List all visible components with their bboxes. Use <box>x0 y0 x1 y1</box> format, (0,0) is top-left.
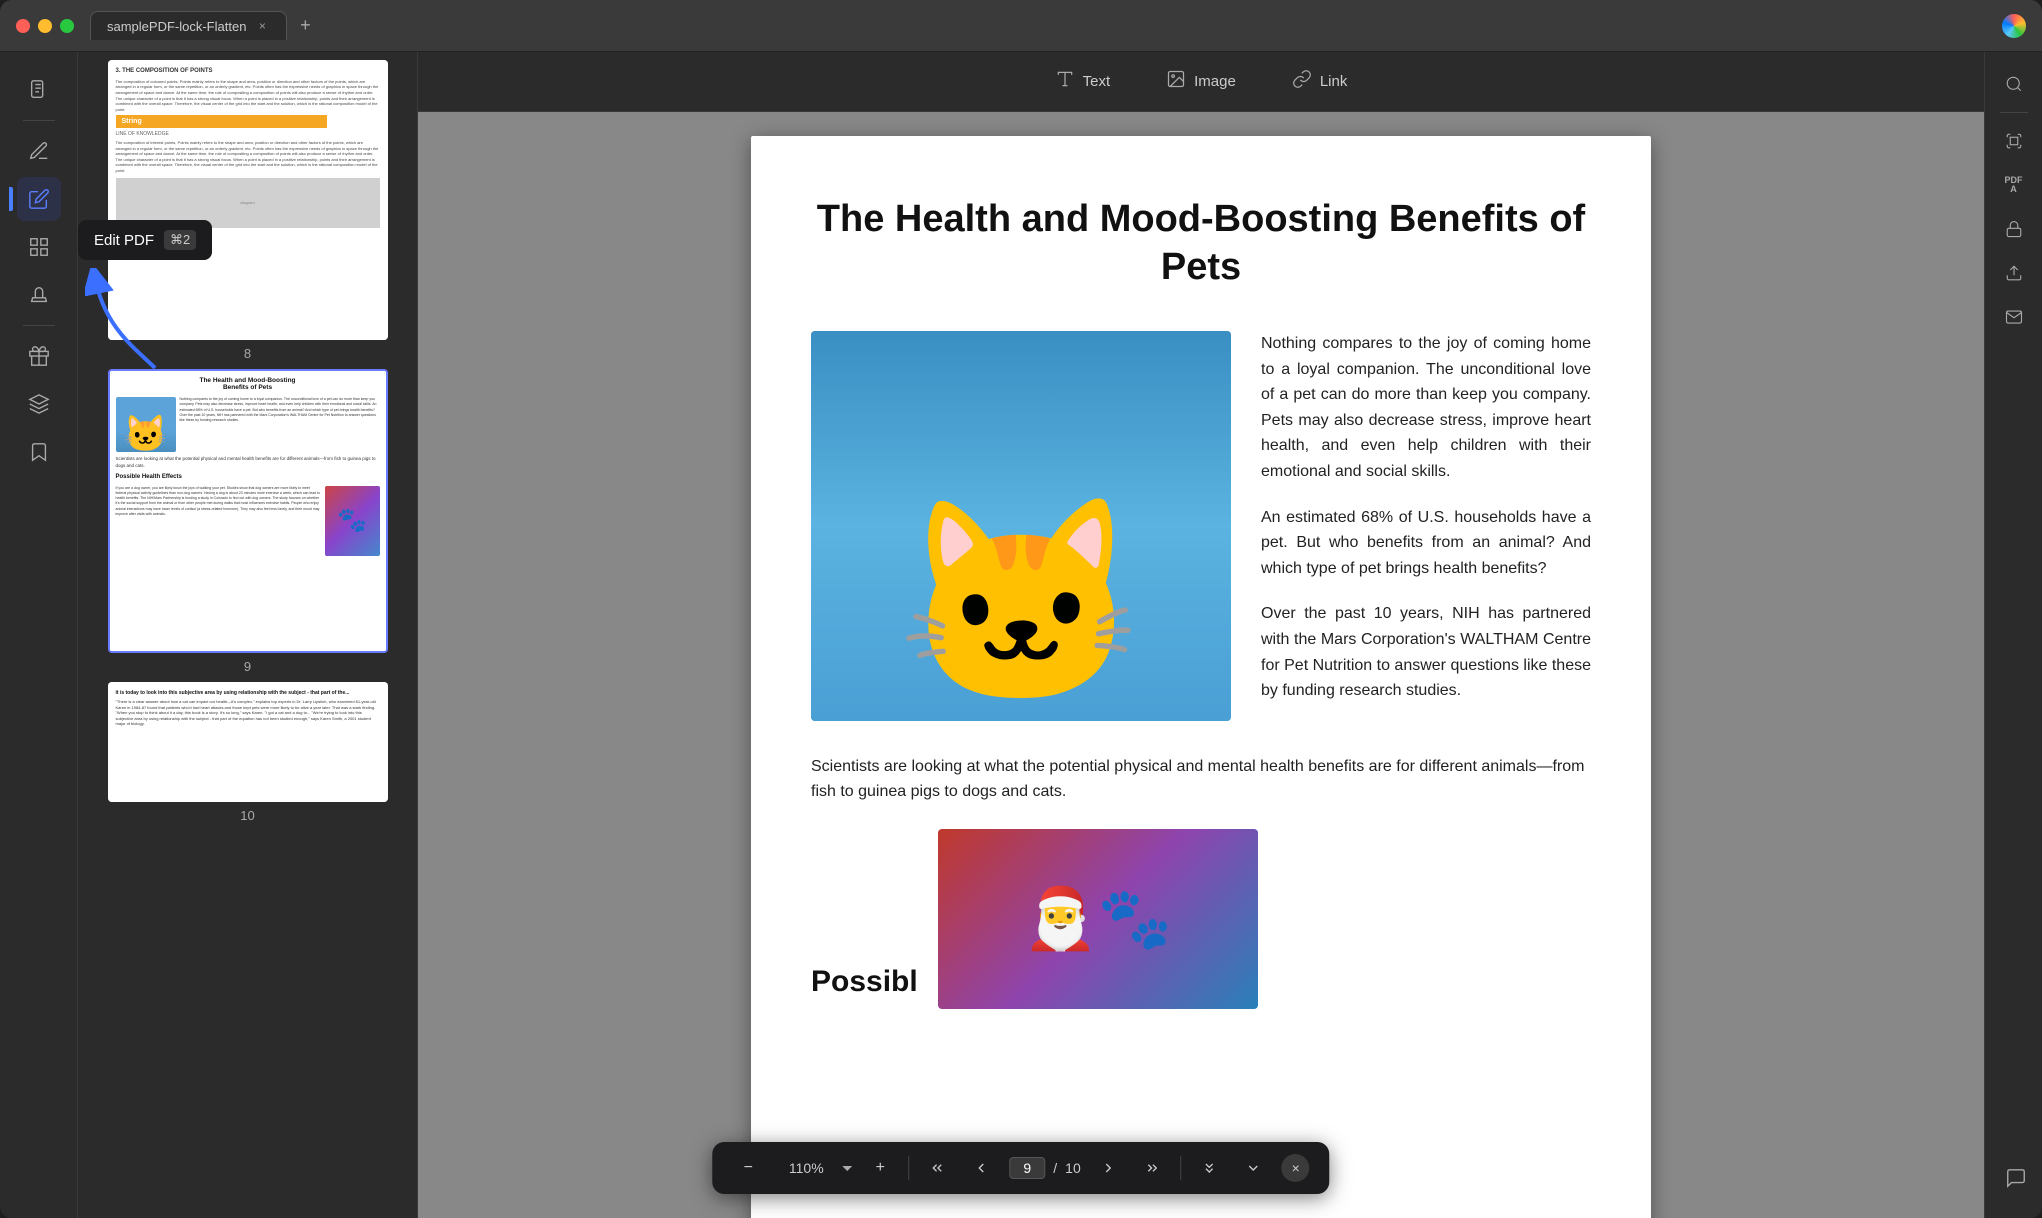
right-divider-1 <box>2000 112 2028 113</box>
prev-page-button[interactable] <box>965 1152 997 1184</box>
zoom-display: 110% <box>776 1160 852 1176</box>
organize-button[interactable] <box>17 225 61 269</box>
text-tool-label: Text <box>1083 73 1111 90</box>
next-page-button[interactable] <box>1093 1152 1125 1184</box>
chat-button[interactable] <box>1996 1158 2036 1198</box>
pdf-second-image: 🎅🐾 <box>938 829 1258 1009</box>
pdf-a-button[interactable]: PDFA <box>1994 165 2034 205</box>
main-content: Text Image <box>418 52 1984 1218</box>
last-page-button[interactable] <box>1137 1152 1169 1184</box>
pdf-body-text: Nothing compares to the joy of coming ho… <box>1261 331 1591 724</box>
first-page-button[interactable] <box>921 1152 953 1184</box>
traffic-lights <box>16 19 74 33</box>
main-layout: 3. THE COMPOSITION OF POINTS The composi… <box>0 52 2042 1218</box>
titlebar: samplePDF-lock-Flatten × + <box>0 0 2042 52</box>
nav-down-button[interactable] <box>1238 1152 1270 1184</box>
edit-pdf-tooltip: Edit PDF ⌘2 <box>78 220 212 260</box>
scan-button[interactable] <box>1994 121 2034 161</box>
right-sidebar: PDFA <box>1984 52 2042 1218</box>
pdf-view-area[interactable]: The Health and Mood-Boosting Benefits of… <box>418 112 1984 1218</box>
cat-emoji-decoration: 🐱 <box>896 486 1145 721</box>
pdf-title: The Health and Mood-Boosting Benefits of… <box>811 196 1591 291</box>
pdf-paragraph-3: Over the past 10 years, NIH has partnere… <box>1261 601 1591 703</box>
link-tool-label: Link <box>1320 73 1348 90</box>
bookmark-button[interactable] <box>17 430 61 474</box>
close-button[interactable] <box>16 19 30 33</box>
document-panel-button[interactable] <box>17 68 61 112</box>
pdf-section-heading: Possibl <box>811 965 918 999</box>
search-panel-button[interactable] <box>1994 64 2034 104</box>
page-8-number: 8 <box>244 346 251 361</box>
image-icon <box>1166 69 1186 94</box>
tooltip-shortcut: ⌘2 <box>164 230 196 250</box>
top-toolbar: Text Image <box>418 52 1984 112</box>
tab-close-button[interactable]: × <box>254 18 270 34</box>
nav-separator-1 <box>908 1156 909 1180</box>
app-icon <box>2002 14 2026 38</box>
nav-close-button[interactable]: × <box>1282 1154 1310 1182</box>
nav-separator-2 <box>1181 1156 1182 1180</box>
upload-button[interactable] <box>1994 253 2034 293</box>
active-indicator <box>9 187 13 211</box>
thumbnail-page-10[interactable]: it is today to look into this subjective… <box>86 682 409 823</box>
app-window: samplePDF-lock-Flatten × + <box>0 0 2042 1218</box>
thumbnail-page-8[interactable]: 3. THE COMPOSITION OF POINTS The composi… <box>86 60 409 361</box>
cat-image: 🐱 <box>811 331 1231 721</box>
highlighter-button[interactable] <box>17 129 61 173</box>
page-total: 10 <box>1065 1160 1081 1176</box>
thumbnail-page-9[interactable]: The Health and Mood-BoostingBenefits of … <box>86 369 409 674</box>
tooltip-label: Edit PDF <box>94 232 154 249</box>
text-icon <box>1055 69 1075 94</box>
page-display: / 10 <box>1009 1157 1080 1179</box>
layers-button[interactable] <box>17 382 61 426</box>
page-separator: / <box>1053 1160 1057 1176</box>
text-tool-button[interactable]: Text <box>1043 63 1123 100</box>
tab-bar: samplePDF-lock-Flatten × + <box>90 11 1994 40</box>
page-number-input[interactable] <box>1009 1157 1045 1179</box>
tab-title: samplePDF-lock-Flatten <box>107 19 246 34</box>
lock-button[interactable] <box>1994 209 2034 249</box>
maximize-button[interactable] <box>60 19 74 33</box>
sidebar-divider-1 <box>23 120 55 121</box>
link-icon <box>1292 69 1312 94</box>
edit-pdf-button[interactable] <box>17 177 61 221</box>
new-tab-button[interactable]: + <box>291 12 319 40</box>
sidebar-divider-2 <box>23 325 55 326</box>
pdf-paragraph-1: Nothing compares to the joy of coming ho… <box>1261 331 1591 485</box>
left-sidebar <box>0 52 78 1218</box>
active-tab[interactable]: samplePDF-lock-Flatten × <box>90 11 287 40</box>
zoom-level-text: 110% <box>776 1160 836 1176</box>
gift-button[interactable] <box>17 334 61 378</box>
page-10-number: 10 <box>240 808 254 823</box>
page-9-number: 9 <box>244 659 251 674</box>
zoom-decrease-button[interactable]: − <box>732 1152 764 1184</box>
image-tool-button[interactable]: Image <box>1154 63 1248 100</box>
stamp-button[interactable] <box>17 273 61 317</box>
link-tool-button[interactable]: Link <box>1280 63 1360 100</box>
minimize-button[interactable] <box>38 19 52 33</box>
pdf-body-section: 🐱 Nothing compares to the joy of coming … <box>811 331 1591 724</box>
bottom-nav-bar: − 110% + <box>712 1142 1329 1194</box>
mail-button[interactable] <box>1994 297 2034 337</box>
pdf-paragraph-2: An estimated 68% of U.S. households have… <box>1261 505 1591 582</box>
pdf-paragraph-4: Scientists are looking at what the poten… <box>811 754 1591 805</box>
nav-double-down-button[interactable] <box>1194 1152 1226 1184</box>
zoom-increase-button[interactable]: + <box>864 1152 896 1184</box>
image-tool-label: Image <box>1194 73 1236 90</box>
pdf-page: The Health and Mood-Boosting Benefits of… <box>751 136 1651 1218</box>
